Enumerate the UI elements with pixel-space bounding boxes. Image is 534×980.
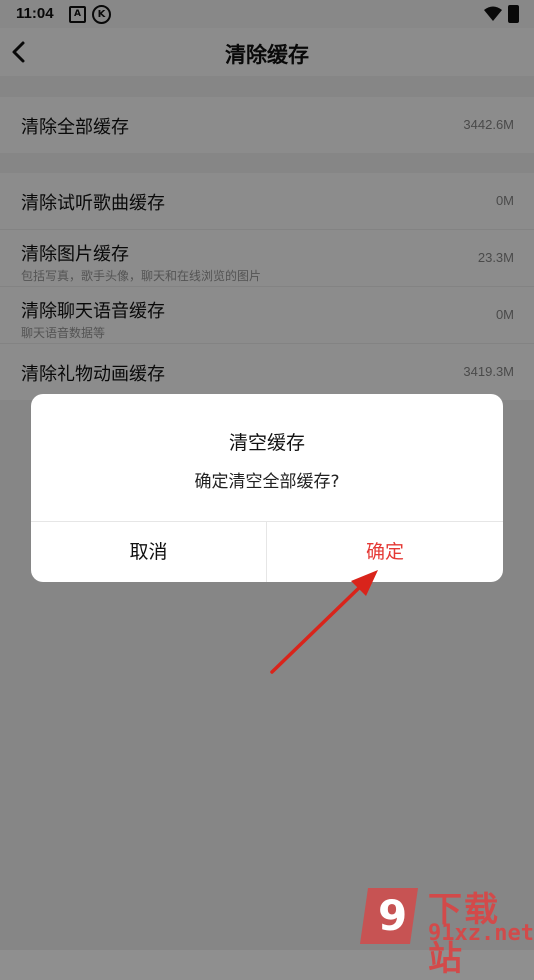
clear-cache-dialog: 清空缓存 确定清空全部缓存? 取消 确定: [31, 394, 503, 582]
confirm-button[interactable]: 确定: [267, 522, 503, 582]
watermark-logo-icon: 9: [360, 888, 418, 944]
dialog-message: 确定清空全部缓存?: [194, 472, 340, 492]
watermark-logo-text: 9: [378, 891, 407, 940]
watermark-url: 91xz.net: [428, 921, 534, 946]
cancel-button[interactable]: 取消: [31, 522, 266, 582]
watermark: 9 下载站 91xz.net: [358, 880, 534, 979]
dialog-title: 清空缓存: [228, 432, 305, 454]
